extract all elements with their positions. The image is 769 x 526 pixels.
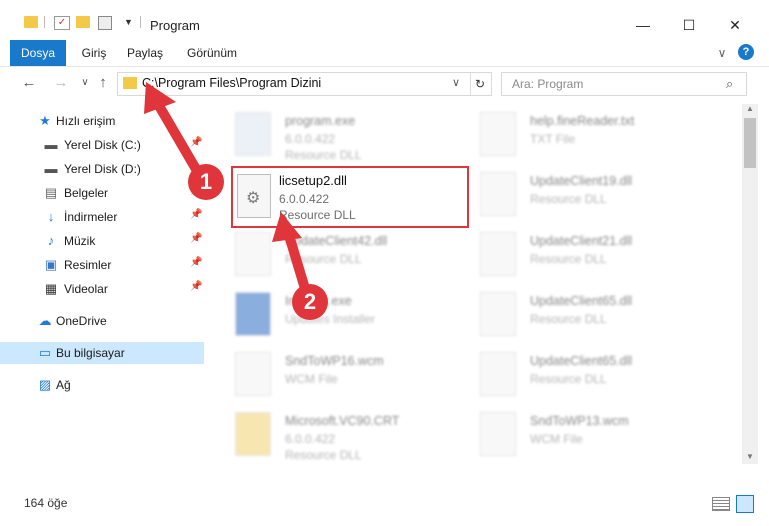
arrow-2: [272, 212, 311, 297]
arrow-1: [144, 82, 205, 181]
annotation-overlay: [144, 82, 311, 297]
step-1-callout: 1: [188, 164, 224, 200]
step-2-callout: 2: [292, 284, 328, 320]
